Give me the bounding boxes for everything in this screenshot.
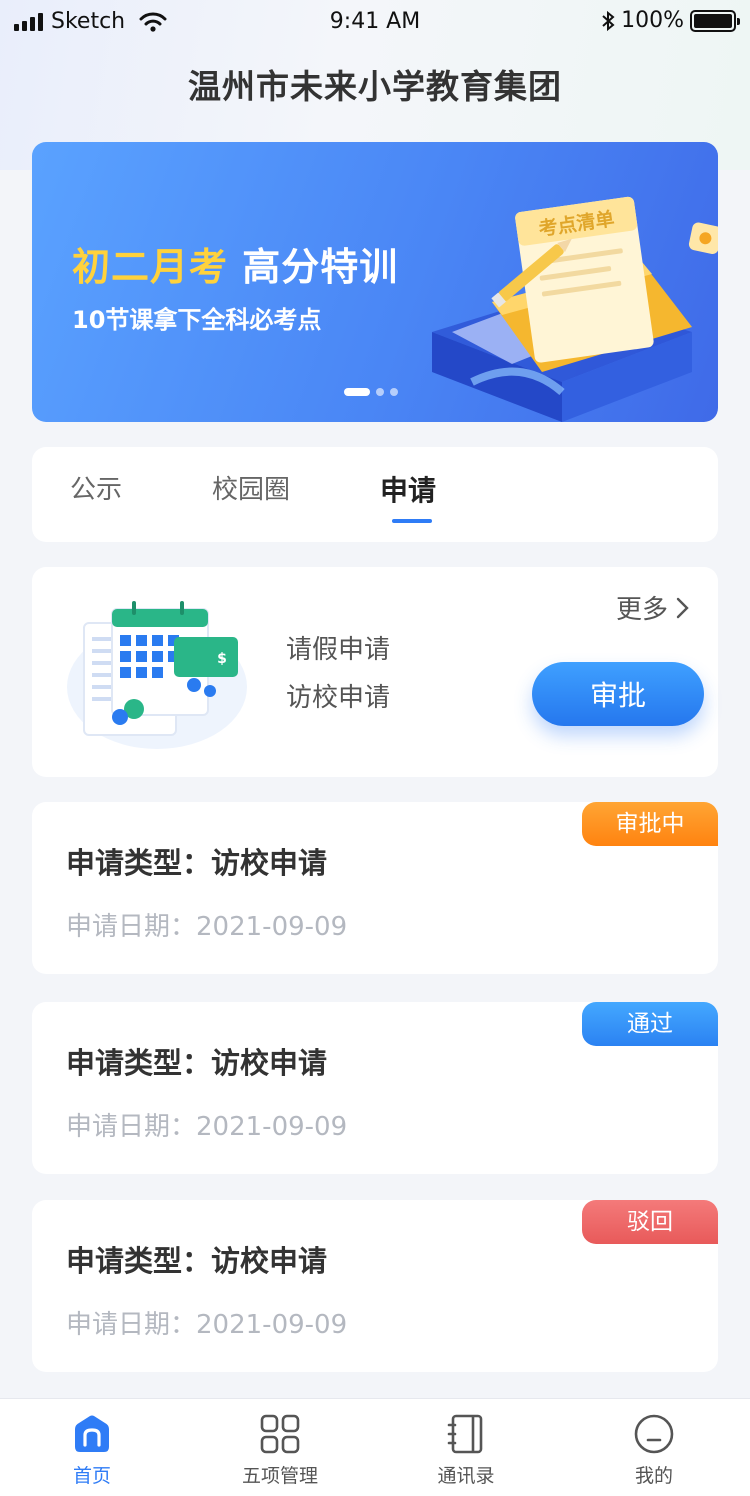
tabbar-item-contacts[interactable]: 通讯录 [406, 1413, 526, 1488]
calendar-illustration: $ [67, 601, 247, 749]
application-card[interactable]: 申请类型：访校申请 申请日期：2021-09-09 驳回 [32, 1200, 718, 1372]
bottom-tab-bar: 首页 五项管理 通讯录 我的 [0, 1398, 750, 1496]
application-date-label: 申请日期： [66, 1310, 197, 1340]
bluetooth-icon [602, 10, 615, 31]
tabbar-label: 首页 [72, 1465, 111, 1487]
application-type-value: 访校申请 [211, 1244, 328, 1278]
svg-text:$: $ [217, 651, 227, 667]
more-label: 更多 [615, 595, 668, 625]
application-date-value: 2021-09-09 [196, 912, 348, 942]
application-date-label: 申请日期： [66, 1112, 197, 1142]
tab-applications[interactable]: 申请 [380, 469, 436, 509]
status-badge: 审批中 [582, 802, 718, 846]
battery-icon [690, 9, 740, 32]
application-type: 申请类型：访校申请 [66, 1238, 327, 1280]
banner-subtitle: 10节课拿下全科必考点 [72, 306, 322, 334]
application-date-value: 2021-09-09 [196, 1310, 348, 1340]
banner-title: 初二月考 高分特训 [72, 236, 398, 291]
banner-highlight: 初二月考 [72, 245, 229, 289]
application-date-value: 2021-09-09 [196, 1112, 348, 1142]
application-date: 申请日期：2021-09-09 [66, 906, 347, 943]
status-badge: 驳回 [582, 1200, 718, 1244]
application-type-label: 申请类型： [66, 1244, 212, 1278]
application-date: 申请日期：2021-09-09 [66, 1106, 347, 1143]
leave-application-link[interactable]: 请假申请 [286, 629, 390, 666]
application-type: 申请类型：访校申请 [66, 840, 327, 882]
carousel-indicator [344, 388, 398, 396]
battery-percent: 100% [621, 8, 684, 33]
application-type-value: 访校申请 [211, 846, 328, 880]
visit-application-link[interactable]: 访校申请 [286, 677, 390, 714]
more-link[interactable]: 更多 [616, 589, 690, 626]
home-icon [75, 1415, 109, 1452]
status-bar: Sketch 9:41 AM 100% [0, 0, 750, 44]
promo-banner[interactable]: 初二月考 高分特训 10节课拿下全科必考点 考点清单 [32, 142, 718, 422]
application-date-label: 申请日期： [66, 912, 197, 942]
tab-active-indicator [392, 519, 432, 523]
tabbar-label: 我的 [634, 1465, 673, 1487]
application-type: 申请类型：访校申请 [66, 1040, 327, 1082]
carousel-dot-active [344, 388, 370, 396]
carousel-dot [390, 388, 398, 396]
carousel-dot [376, 388, 384, 396]
banner-title-rest: 高分特训 [242, 245, 399, 289]
tab-announcements[interactable]: 公示 [70, 469, 122, 506]
app-title: 温州市未来小学教育集团 [188, 67, 562, 106]
status-badge: 通过 [582, 1002, 718, 1046]
chevron-right-icon [676, 597, 689, 618]
exam-book-illustration: 考点清单 [432, 196, 718, 422]
application-date: 申请日期：2021-09-09 [66, 1304, 347, 1341]
profile-icon [634, 1414, 674, 1454]
tabbar-item-home[interactable]: 首页 [32, 1413, 152, 1488]
application-type-value: 访校申请 [211, 1046, 328, 1080]
contacts-icon [447, 1414, 483, 1454]
application-card[interactable]: 申请类型：访校申请 申请日期：2021-09-09 审批中 [32, 802, 718, 974]
approve-button[interactable]: 审批 [532, 662, 704, 726]
section-tabs: 公示 校园圈 申请 [32, 447, 718, 542]
apply-panel: $ 请假申请 访校申请 更多 审批 [32, 567, 718, 777]
application-type-label: 申请类型： [66, 846, 212, 880]
application-card[interactable]: 申请类型：访校申请 申请日期：2021-09-09 通过 [32, 1002, 718, 1174]
grid-icon [260, 1414, 300, 1454]
tabbar-label: 五项管理 [241, 1465, 318, 1487]
tabbar-label: 通讯录 [437, 1465, 495, 1487]
application-type-label: 申请类型： [66, 1046, 212, 1080]
tabbar-item-profile[interactable]: 我的 [594, 1413, 714, 1488]
tab-campus-circle[interactable]: 校园圈 [212, 469, 290, 506]
tabbar-item-five-management[interactable]: 五项管理 [220, 1413, 340, 1488]
